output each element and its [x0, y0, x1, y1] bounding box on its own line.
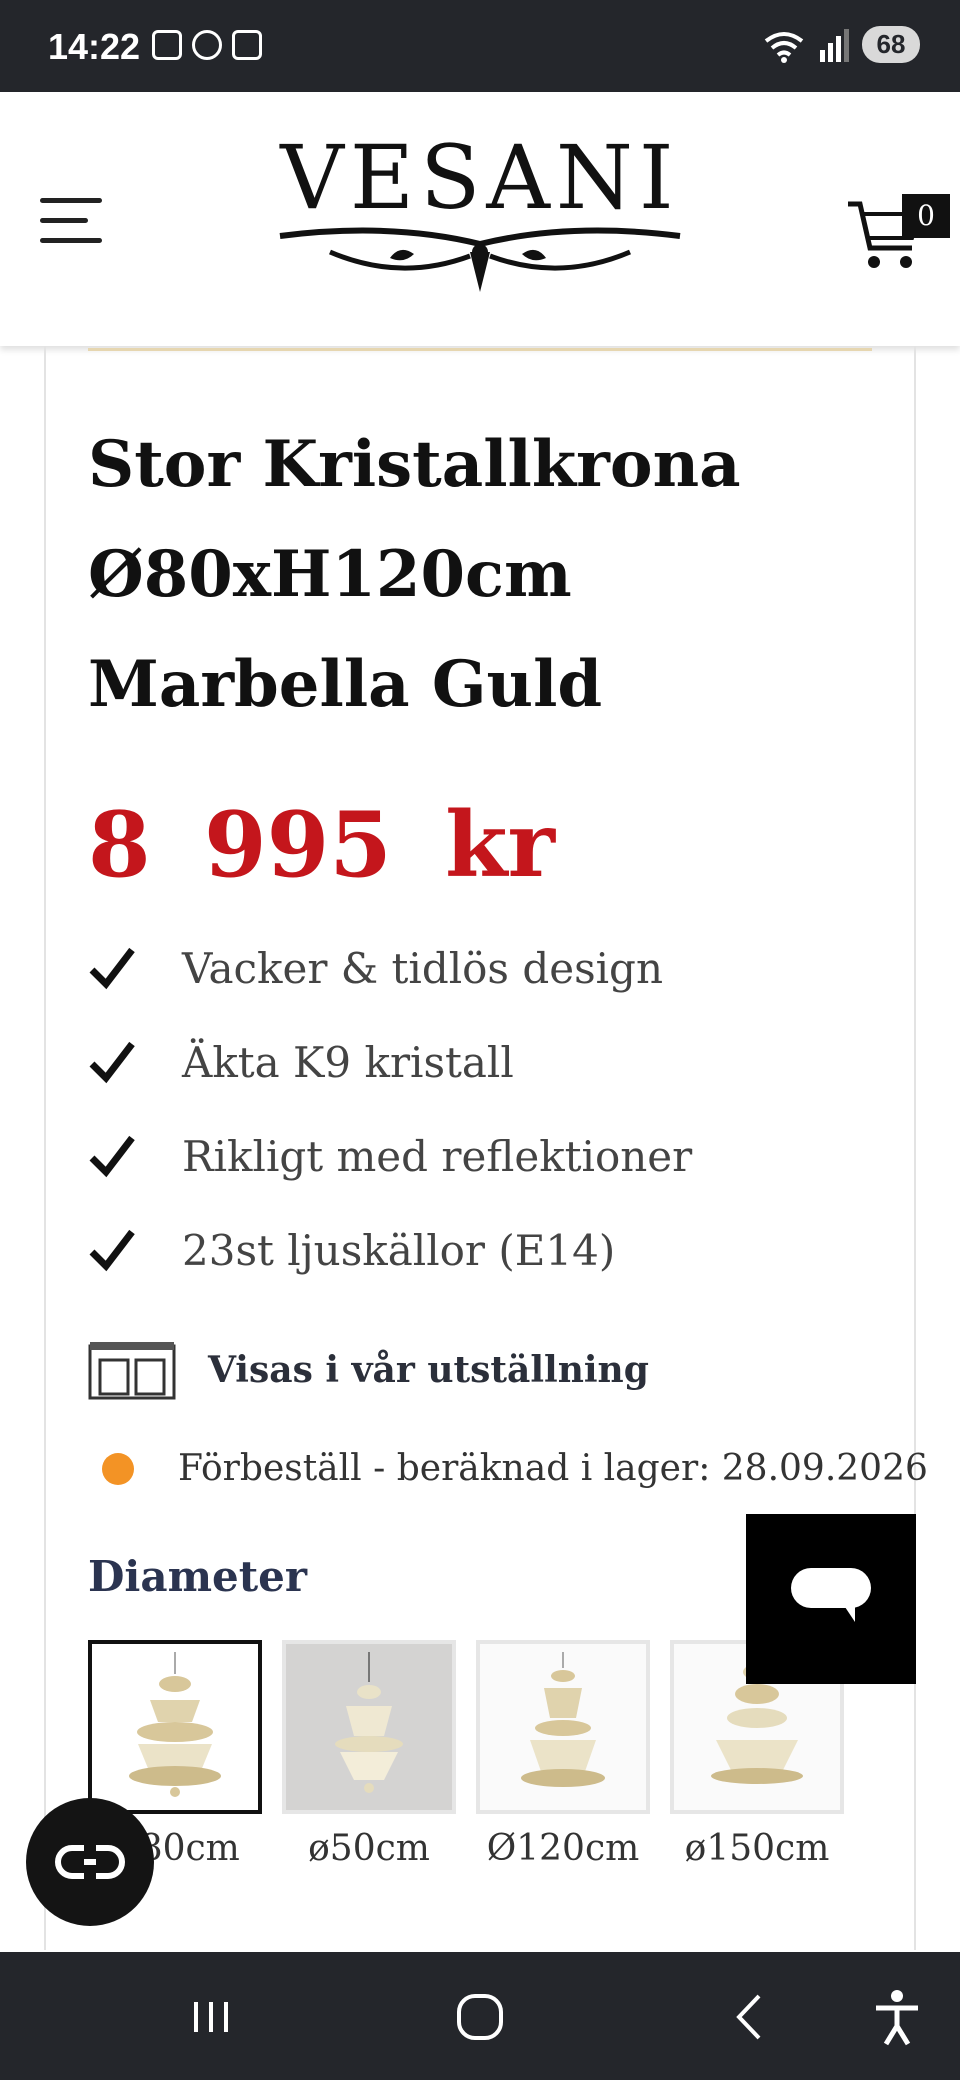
status-system-icons: 68 [762, 26, 920, 63]
screenshot-icon [152, 30, 182, 60]
variant-label: Ø120cm [486, 1828, 640, 1869]
signal-icon [820, 28, 849, 62]
battery-indicator: 68 [862, 26, 920, 63]
home-icon[interactable] [445, 1982, 515, 2052]
variant-option[interactable]: Ø120cm [476, 1640, 650, 1869]
check-icon [89, 1135, 135, 1178]
status-time: 14:22 [48, 26, 141, 67]
check-icon [89, 947, 135, 990]
calendar-icon [232, 30, 262, 60]
check-icon [89, 1229, 135, 1272]
status-bar: 14:22 68 [0, 0, 960, 92]
logo[interactable]: VESANI [265, 132, 695, 312]
variant-label: ø150cm [684, 1828, 830, 1869]
variant-label: ø50cm [308, 1828, 430, 1869]
back-icon[interactable] [715, 1982, 785, 2052]
variant-selector: Ø80cm ø50cm Ø120cm ø150cm [88, 1640, 844, 1869]
status-notification-icons [152, 30, 262, 60]
variant-thumbnail [282, 1640, 456, 1814]
logo-text: VESANI [280, 126, 680, 229]
recent-apps-icon[interactable] [176, 1982, 246, 2052]
stock-status: Förbeställ - beräknad i lager: 28.09.202… [102, 1448, 928, 1489]
logo-ornament-icon [279, 227, 681, 292]
feature-item: Rikligt med reflektioner [88, 1128, 692, 1222]
stock-status-dot [102, 1452, 134, 1485]
cart-count-badge: 0 [902, 194, 950, 238]
accessibility-toggle-button[interactable] [26, 1798, 154, 1926]
stock-status-text: Förbeställ - beräknad i lager: 28.09.202… [178, 1448, 928, 1489]
chat-icon [791, 1568, 871, 1622]
variant-option[interactable]: ø50cm [282, 1640, 456, 1869]
chandelier-icon [521, 1652, 605, 1787]
feature-text: Vacker & tidlös design [182, 944, 663, 993]
navigation-bar [0, 1952, 960, 2080]
feature-text: Äkta K9 kristall [182, 1038, 514, 1087]
showroom-icon [88, 1342, 176, 1400]
wifi-icon [764, 31, 804, 63]
feature-list: Vacker & tidlös design Äkta K9 kristall … [88, 940, 692, 1316]
product-price: 8 995 kr [88, 792, 555, 898]
accessibility-icon[interactable] [862, 1982, 932, 2052]
option-label: Diameter [88, 1552, 308, 1601]
feature-item: Äkta K9 kristall [88, 1034, 692, 1128]
feature-text: 23st ljuskällor (E14) [182, 1226, 616, 1275]
check-icon [89, 1041, 135, 1084]
showroom-label: Visas i vår utställning [208, 1349, 649, 1391]
feature-item: 23st ljuskällor (E14) [88, 1222, 692, 1316]
product-title: Stor Kristallkrona Ø80xH120cm Marbella G… [88, 427, 741, 722]
divider [88, 348, 872, 351]
chandelier-icon [129, 1652, 221, 1797]
showroom-link[interactable]: Visas i vår utställning [88, 1340, 649, 1400]
fan-icon [192, 30, 222, 60]
menu-icon[interactable] [40, 198, 106, 244]
feature-item: Vacker & tidlös design [88, 940, 692, 1034]
variant-thumbnail [476, 1640, 650, 1814]
accessibility-toggle-icon [55, 1845, 125, 1879]
chat-button[interactable] [746, 1514, 916, 1684]
site-header: VESANI 0 [0, 92, 960, 346]
variant-thumbnail [88, 1640, 262, 1814]
chandelier-icon [335, 1652, 403, 1793]
feature-text: Rikligt med reflektioner [182, 1132, 693, 1181]
